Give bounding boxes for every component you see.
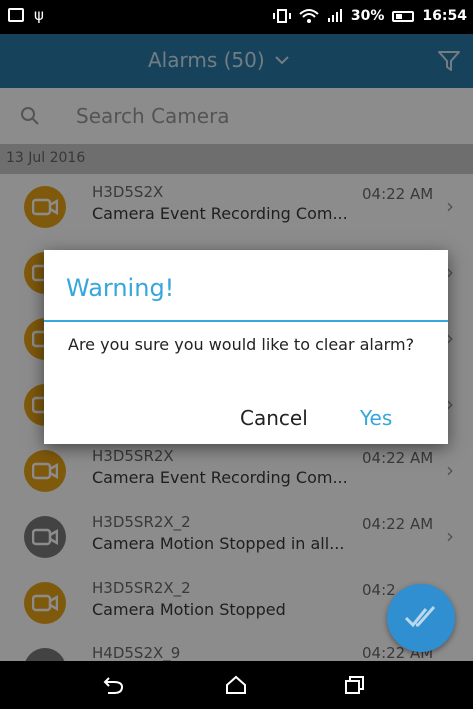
screen-cast-icon xyxy=(8,8,24,22)
recents-icon[interactable] xyxy=(344,675,366,695)
wifi-icon xyxy=(299,9,319,23)
signal-icon xyxy=(327,9,342,22)
status-bar: ψ 30% 16:54 xyxy=(0,0,473,34)
cancel-button[interactable]: Cancel xyxy=(240,406,308,430)
clock: 16:54 xyxy=(422,8,467,24)
dialog-title: Warning! xyxy=(66,274,175,302)
battery-percent: 30% xyxy=(350,8,385,24)
clear-all-button[interactable] xyxy=(387,584,455,652)
system-nav-bar xyxy=(0,661,473,709)
home-icon[interactable] xyxy=(224,675,248,695)
double-check-icon xyxy=(404,606,436,628)
back-icon[interactable] xyxy=(102,675,126,695)
yes-button[interactable]: Yes xyxy=(360,406,392,430)
dialog-divider xyxy=(44,320,448,322)
dialog-message: Are you sure you would like to clear ala… xyxy=(68,335,415,354)
usb-icon: ψ xyxy=(34,6,44,24)
battery-icon xyxy=(392,10,415,22)
warning-dialog: Warning! Are you sure you would like to … xyxy=(44,250,448,444)
vibrate-icon xyxy=(272,9,291,23)
